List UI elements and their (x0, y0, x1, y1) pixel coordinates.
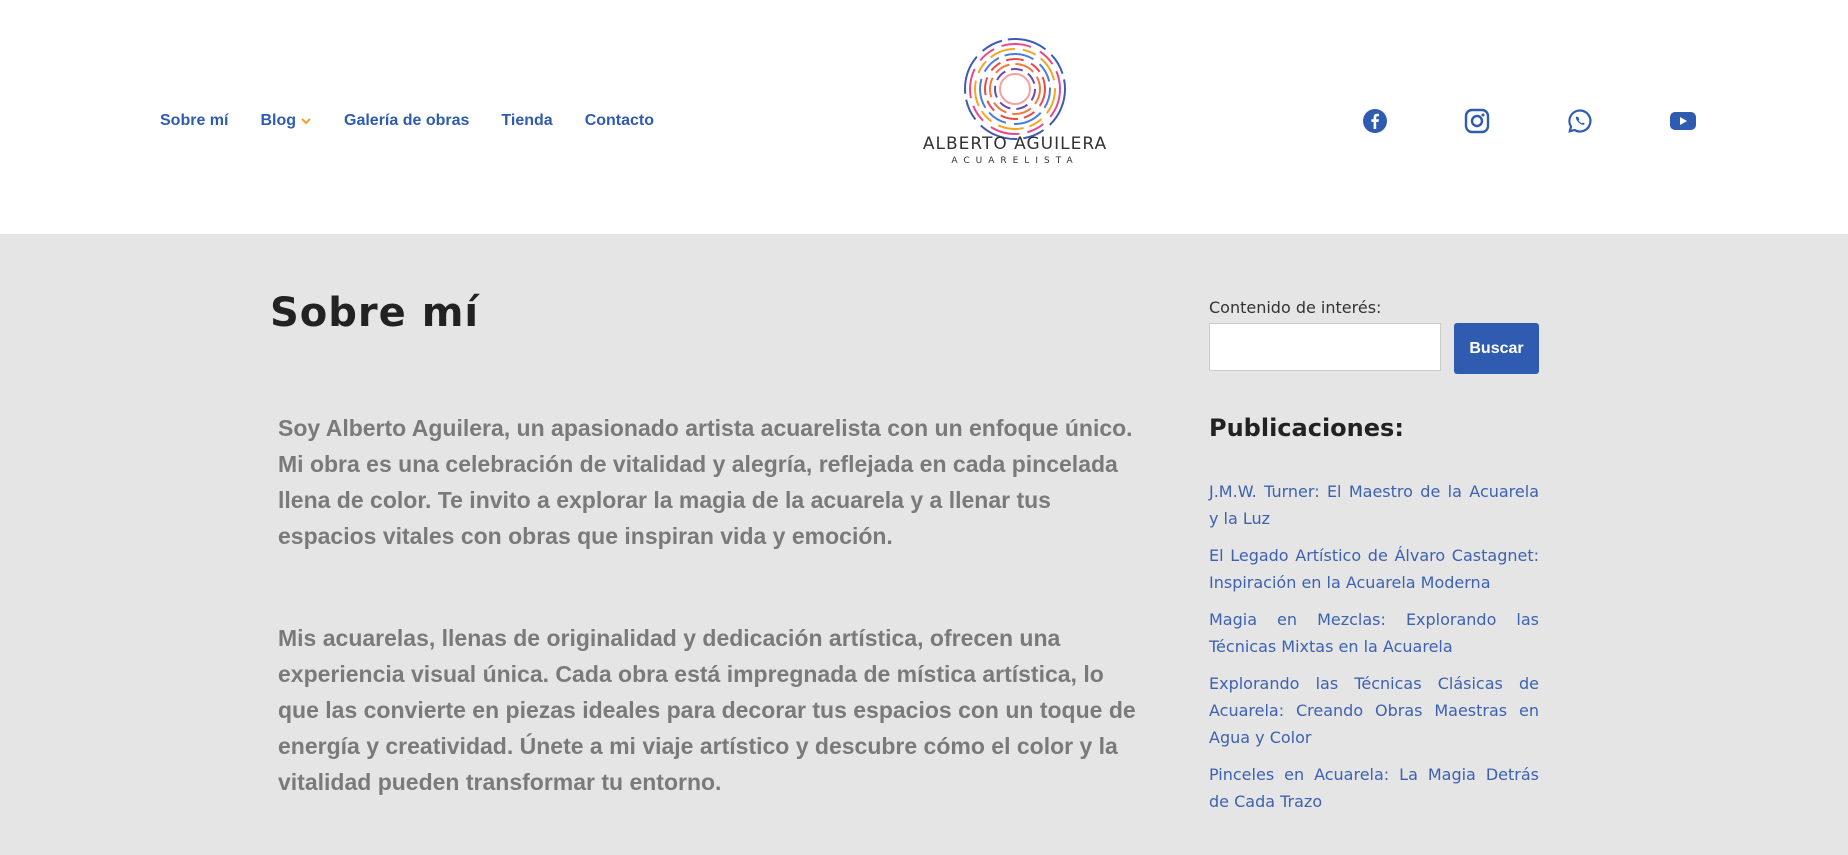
search-button[interactable]: Buscar (1454, 323, 1539, 374)
site-header: Sobre mí Blog Galería de obras Tienda Co… (0, 0, 1848, 234)
instagram-icon (1464, 108, 1490, 134)
list-item: Pinceles en Acuarela: La Magia Detrás de… (1209, 761, 1539, 815)
site-logo[interactable]: ALBERTO AGUILERA ACUARELISTA (918, 34, 1188, 174)
nav-item-label: Tienda (501, 112, 553, 129)
intro-paragraph: Soy Alberto Aguilera, un apasionado arti… (278, 415, 1133, 549)
nav-item-contacto[interactable]: Contacto (585, 112, 654, 130)
list-item: J.M.W. Turner: El Maestro de la Acuarela… (1209, 478, 1539, 532)
list-item: El Legado Artístico de Álvaro Castagnet:… (1209, 542, 1539, 596)
logo-circles-icon (964, 38, 1066, 140)
nav-item-blog[interactable]: Blog (260, 112, 312, 130)
post-link[interactable]: El Legado Artístico de Álvaro Castagnet:… (1209, 542, 1539, 596)
nav-item-label: Blog (260, 112, 297, 129)
main-nav: Sobre mí Blog Galería de obras Tienda Co… (160, 112, 686, 130)
search-input[interactable] (1209, 323, 1441, 371)
whatsapp-link[interactable] (1565, 106, 1595, 136)
nav-item-label: Galería de obras (344, 112, 470, 129)
nav-item-tienda[interactable]: Tienda (501, 112, 552, 130)
post-link[interactable]: Pinceles en Acuarela: La Magia Detrás de… (1209, 761, 1539, 815)
youtube-icon (1670, 112, 1696, 130)
search-label: Contenido de interés: (1209, 298, 1382, 317)
post-link[interactable]: Explorando las Técnicas Clásicas de Acua… (1209, 670, 1539, 751)
list-item: Magia en Mezclas: Explorando las Técnica… (1209, 606, 1539, 660)
logo-name: ALBERTO AGUILERA (922, 134, 1108, 154)
chevron-down-icon (301, 118, 311, 125)
logo-subtitle: ACUARELISTA (951, 156, 1079, 166)
youtube-link[interactable] (1668, 106, 1698, 136)
facebook-link[interactable] (1360, 106, 1390, 136)
posts-title: Publicaciones: (1209, 414, 1404, 442)
nav-item-label: Contacto (584, 112, 655, 129)
instagram-link[interactable] (1462, 106, 1492, 136)
nav-item-galeria[interactable]: Galería de obras (344, 112, 469, 130)
page-title: Sobre mí (270, 290, 480, 336)
post-link[interactable]: Magia en Mezclas: Explorando las Técnica… (1209, 606, 1539, 660)
bio-paragraph: Mis acuarelas, llenas de originalidad y … (278, 625, 1136, 795)
nav-item-label: Sobre mí (160, 112, 229, 129)
post-link[interactable]: J.M.W. Turner: El Maestro de la Acuarela… (1209, 478, 1539, 532)
facebook-icon (1363, 109, 1387, 133)
posts-list: J.M.W. Turner: El Maestro de la Acuarela… (1209, 478, 1539, 825)
main-content: Sobre mí Soy Alberto Aguilera, un apasio… (0, 234, 1848, 855)
nav-item-sobre-mi[interactable]: Sobre mí (160, 112, 228, 130)
whatsapp-icon (1568, 109, 1592, 133)
list-item: Explorando las Técnicas Clásicas de Acua… (1209, 670, 1539, 751)
